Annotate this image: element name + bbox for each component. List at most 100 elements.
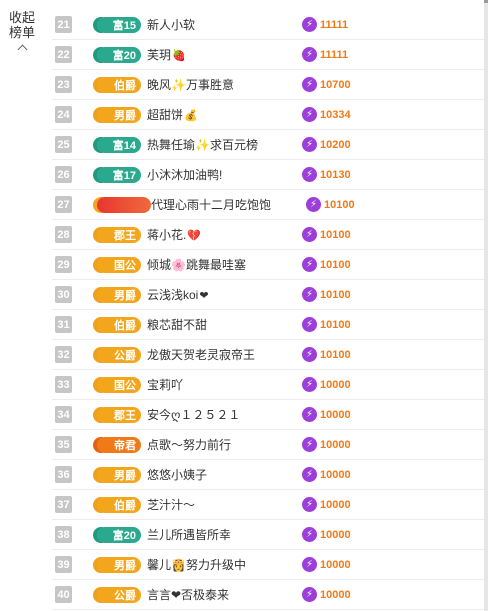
score-value: 10200: [320, 138, 351, 151]
score: ⚡ 10100: [302, 287, 351, 302]
score: ⚡ 10100: [302, 317, 351, 332]
rank-number: 24: [55, 106, 72, 123]
ranking-row[interactable]: 35 帝君 点歌～努力前行 ⚡ 10000: [52, 430, 488, 460]
score-value: 10100: [320, 228, 351, 241]
user-name[interactable]: 悠悠小姨子: [147, 466, 297, 483]
user-name-text: 言言❤否极泰来: [147, 588, 230, 602]
level-badge: 国公: [91, 374, 141, 395]
user-name[interactable]: 芝汁汁～: [147, 496, 297, 513]
user-name-emoji: 🍓: [172, 50, 186, 62]
score: ⚡ 10000: [302, 497, 351, 512]
score: ⚡ 10130: [302, 167, 351, 182]
badge-label: 郡王: [97, 226, 141, 243]
ranking-row[interactable]: 27 代理心雨十二月吃饱饱 ⚡ 10100: [52, 190, 488, 220]
lightning-icon: ⚡: [302, 587, 317, 602]
ranking-list: 21 富15 新人小软 ⚡ 11111 22 富20 芙玥🍓 ⚡ 11111 23 伯爵 晚风✨万事胜意…: [52, 10, 488, 610]
user-name-text: 新人小软: [147, 18, 196, 32]
badge-label: 郡王: [97, 406, 141, 423]
badge-label: 富17: [97, 166, 141, 183]
ranking-row[interactable]: 25 富14 热舞任瑜✨求百元榜 ⚡ 10200: [52, 130, 488, 160]
lightning-icon: ⚡: [302, 107, 317, 122]
ranking-row[interactable]: 33 国公 宝莉吖 ⚡ 10000: [52, 370, 488, 400]
ranking-row[interactable]: 36 男爵 悠悠小姨子 ⚡ 10000: [52, 460, 488, 490]
rank-number: 40: [55, 586, 72, 603]
level-badge: 富20: [91, 524, 141, 545]
level-badge: 帝君: [91, 434, 141, 455]
lightning-icon: ⚡: [302, 347, 317, 362]
level-badge: 郡王: [91, 224, 141, 245]
user-name[interactable]: 超甜饼💰: [147, 106, 297, 123]
user-name[interactable]: 点歌～努力前行: [147, 436, 297, 453]
ranking-row[interactable]: 28 郡王 蒋小花.💔 ⚡ 10100: [52, 220, 488, 250]
score-value: 10100: [320, 288, 351, 301]
user-name-text: 芝汁汁～: [147, 498, 196, 512]
user-name-text: 悠悠小姨子: [147, 468, 208, 482]
ranking-row[interactable]: 24 男爵 超甜饼💰 ⚡ 10334: [52, 100, 488, 130]
ranking-row[interactable]: 34 郡王 安今ღ１２５２１ ⚡ 10000: [52, 400, 488, 430]
lightning-icon: ⚡: [302, 287, 317, 302]
scrollbar[interactable]: [484, 0, 488, 611]
user-name[interactable]: 热舞任瑜✨求百元榜: [147, 136, 297, 153]
ranking-row[interactable]: 22 富20 芙玥🍓 ⚡ 11111: [52, 40, 488, 70]
score: ⚡ 10700: [302, 77, 351, 92]
badge-label: 富20: [97, 46, 141, 63]
score-value: 11111: [320, 18, 349, 31]
user-name-text: 芙玥: [147, 48, 172, 62]
user-name[interactable]: 芙玥🍓: [147, 46, 297, 63]
lightning-icon: ⚡: [302, 557, 317, 572]
badge-label: 富20: [97, 526, 141, 543]
ranking-row[interactable]: 23 伯爵 晚风✨万事胜意 ⚡ 10700: [52, 70, 488, 100]
ranking-row[interactable]: 39 男爵 馨儿👸努力升级中 ⚡ 10000: [52, 550, 488, 580]
user-name[interactable]: 言言❤否极泰来: [147, 586, 297, 603]
user-name[interactable]: 晚风✨万事胜意: [147, 76, 297, 93]
ranking-row[interactable]: 40 公爵 言言❤否极泰来 ⚡ 10000: [52, 580, 488, 610]
level-badge: 男爵: [91, 464, 141, 485]
level-badge: [91, 194, 151, 215]
score-value: 10130: [320, 168, 351, 181]
user-name[interactable]: 代理心雨十二月吃饱饱: [151, 196, 301, 213]
ranking-row[interactable]: 21 富15 新人小软 ⚡ 11111: [52, 10, 488, 40]
user-name[interactable]: 安今ღ１２５２１: [147, 406, 297, 423]
user-name-text: 云浅浅koi: [147, 288, 199, 302]
score: ⚡ 10334: [302, 107, 351, 122]
user-name[interactable]: 新人小软: [147, 16, 297, 33]
user-name[interactable]: 小沐沐加油鸭!: [147, 166, 297, 183]
ranking-row[interactable]: 32 公爵 龙傲天贺老灵寂帝王 ⚡ 10100: [52, 340, 488, 370]
user-name[interactable]: 粮芯甜不甜: [147, 316, 297, 333]
user-name-text: 龙傲天贺老灵寂帝王: [147, 348, 256, 362]
rank-number: 22: [55, 46, 72, 63]
user-name-text: 热舞任瑜✨求百元榜: [147, 138, 258, 152]
badge-label: 国公: [97, 376, 141, 393]
ranking-row[interactable]: 30 男爵 云浅浅koi❤ ⚡ 10100: [52, 280, 488, 310]
ranking-row[interactable]: 38 富20 兰儿所遇皆所幸 ⚡ 10000: [52, 520, 488, 550]
level-badge: 郡王: [91, 404, 141, 425]
user-name-text: 代理心雨十二月吃饱饱: [151, 198, 272, 212]
user-name[interactable]: 宝莉吖: [147, 376, 297, 393]
badge-label: 伯爵: [97, 316, 141, 333]
ranking-row[interactable]: 29 国公 倾城🌸跳舞最哇塞 ⚡ 10100: [52, 250, 488, 280]
score: ⚡ 10000: [302, 437, 351, 452]
score-value: 10100: [320, 258, 351, 271]
score-value: 10000: [320, 468, 351, 481]
badge-label: 男爵: [97, 106, 141, 123]
level-badge: 公爵: [91, 344, 141, 365]
user-name[interactable]: 蒋小花.💔: [147, 226, 297, 243]
user-name[interactable]: 倾城🌸跳舞最哇塞: [147, 256, 297, 273]
ranking-row[interactable]: 37 伯爵 芝汁汁～ ⚡ 10000: [52, 490, 488, 520]
user-name[interactable]: 兰儿所遇皆所幸: [147, 526, 297, 543]
user-name[interactable]: 馨儿👸努力升级中: [147, 556, 297, 573]
scrollbar-thumb[interactable]: [484, 0, 488, 3]
score: ⚡ 10000: [302, 587, 351, 602]
rank-number: 37: [55, 496, 72, 513]
lightning-icon: ⚡: [302, 377, 317, 392]
user-name[interactable]: 云浅浅koi❤: [147, 286, 297, 303]
collapse-ranking-button[interactable]: 收起榜单: [0, 10, 44, 55]
score-value: 11111: [320, 48, 349, 61]
lightning-icon: ⚡: [302, 257, 317, 272]
score: ⚡ 10100: [302, 227, 351, 242]
user-name[interactable]: 龙傲天贺老灵寂帝王: [147, 346, 297, 363]
ranking-row[interactable]: 31 伯爵 粮芯甜不甜 ⚡ 10100: [52, 310, 488, 340]
rank-number: 36: [55, 466, 72, 483]
rank-number: 32: [55, 346, 72, 363]
ranking-row[interactable]: 26 富17 小沐沐加油鸭! ⚡ 10130: [52, 160, 488, 190]
